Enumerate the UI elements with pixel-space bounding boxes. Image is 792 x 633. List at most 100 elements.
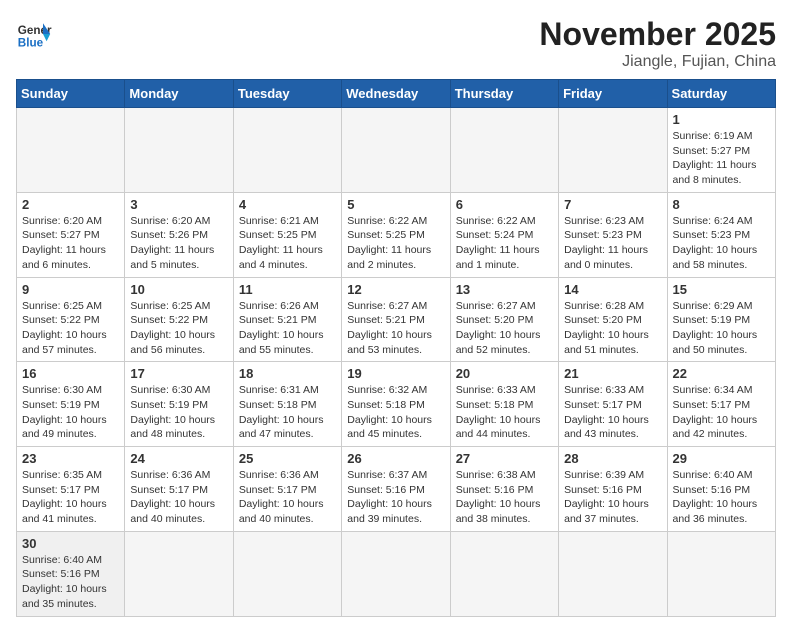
calendar-cell: 27Sunrise: 6:38 AM Sunset: 5:16 PM Dayli…	[450, 447, 558, 532]
calendar-cell: 14 Sunrise: 6:28 AM Sunset: 5:20 PM Dayli…	[559, 277, 667, 362]
day-number: 8	[673, 197, 770, 212]
day-number: 13	[456, 282, 553, 297]
calendar-cell: 8 Sunrise: 6:24 AM Sunset: 5:23 PM Daylig…	[667, 192, 775, 277]
calendar-cell: 7 Sunrise: 6:23 AM Sunset: 5:23 PM Daylig…	[559, 192, 667, 277]
day-info: Sunrise: 6:40 AM Sunset: 5:16 PM Dayligh…	[22, 553, 119, 612]
day-number: 3	[130, 197, 227, 212]
day-info: Sunrise: 6:20 AM Sunset: 5:26 PM Dayligh…	[130, 214, 227, 273]
day-number: 22	[673, 366, 770, 381]
calendar-cell: 11Sunrise: 6:26 AM Sunset: 5:21 PM Dayli…	[233, 277, 341, 362]
day-info: Sunrise: 6:39 AM Sunset: 5:16 PM Dayligh…	[564, 468, 661, 527]
day-info: Sunrise: 6:36 AM Sunset: 5:17 PM Dayligh…	[239, 468, 336, 527]
day-number: 7	[564, 197, 661, 212]
day-number: 1	[673, 112, 770, 127]
col-header-tuesday: Tuesday	[233, 80, 341, 108]
calendar-cell: 5 Sunrise: 6:22 AM Sunset: 5:25 PM Daylig…	[342, 192, 450, 277]
calendar-cell: 9 Sunrise: 6:25 AM Sunset: 5:22 PM Daylig…	[17, 277, 125, 362]
calendar-cell	[450, 108, 558, 193]
calendar-cell: 22 Sunrise: 6:34 AM Sunset: 5:17 PM Dayli…	[667, 362, 775, 447]
day-number: 27	[456, 451, 553, 466]
day-info: Sunrise: 6:26 AM Sunset: 5:21 PM Dayligh…	[239, 299, 336, 358]
day-info: Sunrise: 6:40 AM Sunset: 5:16 PM Dayligh…	[673, 468, 770, 527]
day-info: Sunrise: 6:21 AM Sunset: 5:25 PM Dayligh…	[239, 214, 336, 273]
calendar-cell: 2Sunrise: 6:20 AM Sunset: 5:27 PM Daylig…	[17, 192, 125, 277]
calendar-week-row: 23Sunrise: 6:35 AM Sunset: 5:17 PM Dayli…	[17, 447, 776, 532]
day-info: Sunrise: 6:24 AM Sunset: 5:23 PM Dayligh…	[673, 214, 770, 273]
day-info: Sunrise: 6:27 AM Sunset: 5:21 PM Dayligh…	[347, 299, 444, 358]
calendar-cell: 4 Sunrise: 6:21 AM Sunset: 5:25 PM Daylig…	[233, 192, 341, 277]
calendar-cell	[233, 531, 341, 616]
day-info: Sunrise: 6:25 AM Sunset: 5:22 PM Dayligh…	[22, 299, 119, 358]
calendar-cell	[17, 108, 125, 193]
day-info: Sunrise: 6:28 AM Sunset: 5:20 PM Dayligh…	[564, 299, 661, 358]
day-number: 26	[347, 451, 444, 466]
day-number: 14	[564, 282, 661, 297]
day-number: 25	[239, 451, 336, 466]
calendar-cell: 1 Sunrise: 6:19 AM Sunset: 5:27 PM Daylig…	[667, 108, 775, 193]
day-number: 30	[22, 536, 119, 551]
calendar-cell: 12 Sunrise: 6:27 AM Sunset: 5:21 PM Dayli…	[342, 277, 450, 362]
day-number: 4	[239, 197, 336, 212]
calendar-cell: 23Sunrise: 6:35 AM Sunset: 5:17 PM Dayli…	[17, 447, 125, 532]
day-number: 6	[456, 197, 553, 212]
calendar-cell: 13 Sunrise: 6:27 AM Sunset: 5:20 PM Dayli…	[450, 277, 558, 362]
calendar-cell: 21 Sunrise: 6:33 AM Sunset: 5:17 PM Dayli…	[559, 362, 667, 447]
col-header-monday: Monday	[125, 80, 233, 108]
day-info: Sunrise: 6:19 AM Sunset: 5:27 PM Dayligh…	[673, 129, 770, 188]
day-info: Sunrise: 6:34 AM Sunset: 5:17 PM Dayligh…	[673, 383, 770, 442]
day-number: 12	[347, 282, 444, 297]
calendar-cell: 29Sunrise: 6:40 AM Sunset: 5:16 PM Dayli…	[667, 447, 775, 532]
calendar-cell	[667, 531, 775, 616]
calendar-cell: 24Sunrise: 6:36 AM Sunset: 5:17 PM Dayli…	[125, 447, 233, 532]
day-number: 16	[22, 366, 119, 381]
day-number: 10	[130, 282, 227, 297]
calendar-cell	[125, 108, 233, 193]
calendar-cell: 10 Sunrise: 6:25 AM Sunset: 5:22 PM Dayli…	[125, 277, 233, 362]
day-info: Sunrise: 6:23 AM Sunset: 5:23 PM Dayligh…	[564, 214, 661, 273]
calendar-header-row: SundayMondayTuesdayWednesdayThursdayFrid…	[17, 80, 776, 108]
calendar-week-row: 1 Sunrise: 6:19 AM Sunset: 5:27 PM Daylig…	[17, 108, 776, 193]
day-info: Sunrise: 6:22 AM Sunset: 5:25 PM Dayligh…	[347, 214, 444, 273]
calendar-week-row: 30 Sunrise: 6:40 AM Sunset: 5:16 PM Dayli…	[17, 531, 776, 616]
day-info: Sunrise: 6:37 AM Sunset: 5:16 PM Dayligh…	[347, 468, 444, 527]
calendar-cell: 17 Sunrise: 6:30 AM Sunset: 5:19 PM Dayli…	[125, 362, 233, 447]
day-number: 9	[22, 282, 119, 297]
calendar-cell	[233, 108, 341, 193]
day-info: Sunrise: 6:30 AM Sunset: 5:19 PM Dayligh…	[22, 383, 119, 442]
calendar-cell	[559, 108, 667, 193]
calendar-cell	[342, 108, 450, 193]
day-number: 5	[347, 197, 444, 212]
calendar-cell: 30 Sunrise: 6:40 AM Sunset: 5:16 PM Dayli…	[17, 531, 125, 616]
calendar-cell: 28 Sunrise: 6:39 AM Sunset: 5:16 PM Dayli…	[559, 447, 667, 532]
day-info: Sunrise: 6:33 AM Sunset: 5:18 PM Dayligh…	[456, 383, 553, 442]
day-info: Sunrise: 6:25 AM Sunset: 5:22 PM Dayligh…	[130, 299, 227, 358]
day-info: Sunrise: 6:30 AM Sunset: 5:19 PM Dayligh…	[130, 383, 227, 442]
logo-icon: General Blue	[16, 16, 52, 52]
calendar-cell	[559, 531, 667, 616]
col-header-wednesday: Wednesday	[342, 80, 450, 108]
svg-text:Blue: Blue	[18, 37, 44, 50]
day-number: 28	[564, 451, 661, 466]
day-info: Sunrise: 6:20 AM Sunset: 5:27 PM Dayligh…	[22, 214, 119, 273]
day-info: Sunrise: 6:32 AM Sunset: 5:18 PM Dayligh…	[347, 383, 444, 442]
day-info: Sunrise: 6:36 AM Sunset: 5:17 PM Dayligh…	[130, 468, 227, 527]
calendar-cell: 20Sunrise: 6:33 AM Sunset: 5:18 PM Dayli…	[450, 362, 558, 447]
day-info: Sunrise: 6:29 AM Sunset: 5:19 PM Dayligh…	[673, 299, 770, 358]
calendar-week-row: 9 Sunrise: 6:25 AM Sunset: 5:22 PM Daylig…	[17, 277, 776, 362]
day-info: Sunrise: 6:35 AM Sunset: 5:17 PM Dayligh…	[22, 468, 119, 527]
day-number: 17	[130, 366, 227, 381]
day-info: Sunrise: 6:31 AM Sunset: 5:18 PM Dayligh…	[239, 383, 336, 442]
day-number: 15	[673, 282, 770, 297]
calendar-cell	[125, 531, 233, 616]
day-number: 18	[239, 366, 336, 381]
day-number: 21	[564, 366, 661, 381]
calendar-cell: 19Sunrise: 6:32 AM Sunset: 5:18 PM Dayli…	[342, 362, 450, 447]
calendar-week-row: 16 Sunrise: 6:30 AM Sunset: 5:19 PM Dayli…	[17, 362, 776, 447]
calendar-cell: 16 Sunrise: 6:30 AM Sunset: 5:19 PM Dayli…	[17, 362, 125, 447]
calendar-week-row: 2Sunrise: 6:20 AM Sunset: 5:27 PM Daylig…	[17, 192, 776, 277]
day-info: Sunrise: 6:27 AM Sunset: 5:20 PM Dayligh…	[456, 299, 553, 358]
page-header: General Blue November 2025 Jiangle, Fuji…	[16, 16, 776, 71]
col-header-saturday: Saturday	[667, 80, 775, 108]
day-info: Sunrise: 6:33 AM Sunset: 5:17 PM Dayligh…	[564, 383, 661, 442]
location: Jiangle, Fujian, China	[539, 53, 776, 71]
